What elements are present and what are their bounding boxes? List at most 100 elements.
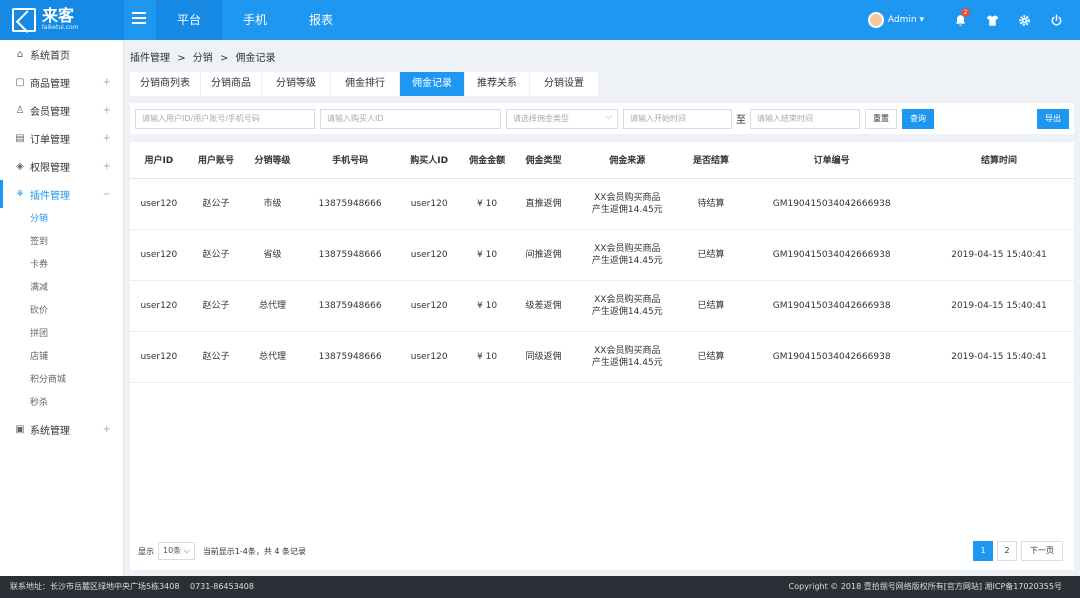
pagination-info: 显示 10条 ⌵ 当前显示1-4条，共 4 条记录 <box>138 542 306 560</box>
sidebar-subitem-coupons[interactable]: 卡券 <box>0 254 123 277</box>
cell-settlement-status: 已结算 <box>682 229 740 281</box>
expand-icon: + <box>102 160 111 172</box>
sidebar-subitem-points-mall[interactable]: 积分商城 <box>0 369 123 392</box>
end-time-input[interactable]: 请输入结束时间 <box>750 108 860 129</box>
logo-icon <box>12 8 36 32</box>
top-right-tools: Admin ▾ 2 <box>867 0 1080 40</box>
cell-distribution-level: 省级 <box>244 229 301 281</box>
page-size-select[interactable]: 10条 ⌵ <box>158 542 195 560</box>
table-row: user120 赵公子 省级 13875948666 user120 ¥ 10 间推返佣 XX… <box>130 229 1074 281</box>
tab-commission-records[interactable]: 佣金记录 <box>400 72 465 96</box>
expand-icon: + <box>102 104 111 116</box>
cell-order-number: GM190415034042666938 <box>739 280 925 332</box>
breadcrumb-plugins[interactable]: 插件管理 <box>130 53 170 64</box>
tab-distribution-products[interactable]: 分销商品 <box>201 72 262 96</box>
monitor-icon: ▣ <box>15 423 25 435</box>
cell-phone: 13875948666 <box>300 178 400 230</box>
avatar[interactable] <box>867 12 884 28</box>
breadcrumb-distribution[interactable]: 分销 <box>193 53 213 64</box>
breadcrumb-separator: > <box>177 53 186 64</box>
start-time-input[interactable]: 请输入开始时间 <box>623 108 732 129</box>
sidebar-subitem-stores[interactable]: 店铺 <box>0 346 123 369</box>
shirt-icon[interactable] <box>976 0 1008 40</box>
nav-mobile[interactable]: 手机 <box>222 0 288 40</box>
cell-commission-source: XX会员购买商品 产生返佣14.45元 <box>571 178 683 230</box>
cell-user-id: user120 <box>130 178 188 230</box>
cell-commission-type: 级差返佣 <box>515 280 572 332</box>
cell-line: XX会员购买商品 <box>594 243 661 254</box>
table-row: user120 赵公子 总代理 13875948666 user120 ¥ 10 级差返佣 X… <box>130 280 1074 332</box>
gear-icon[interactable] <box>1008 0 1040 40</box>
sidebar-item-products[interactable]: ▢ 商品管理 + <box>0 68 123 96</box>
sidebar-item-home[interactable]: ⌂ 系统首页 <box>0 40 123 68</box>
cell-distribution-level: 总代理 <box>244 280 301 332</box>
commission-type-select[interactable]: 请选择佣金类型 <box>506 108 618 129</box>
cell-commission-type: 间推返佣 <box>515 229 572 281</box>
user-name: Admin <box>887 15 917 25</box>
export-button[interactable]: 导出 <box>1037 109 1069 129</box>
sidebar-subitem-checkin[interactable]: 签到 <box>0 231 123 254</box>
cell-commission-source: XX会员购买商品 产生返佣14.45元 <box>571 229 683 281</box>
cell-commission-amount: ¥ 10 <box>458 229 516 281</box>
buyer-id-input[interactable]: 请输入购买人ID <box>320 108 501 129</box>
order-icon: ▤ <box>15 132 25 144</box>
column-header-user-id: 用户ID <box>130 142 188 179</box>
sidebar-item-orders[interactable]: ▤ 订单管理 + <box>0 124 123 152</box>
column-header-user-account: 用户账号 <box>187 142 245 179</box>
user-search-input[interactable]: 请输入用户ID/用户账号/手机号码 <box>135 108 315 129</box>
footer: 联系地址：长沙市岳麓区绿地中央广场5栋3408 0731-86453408 Co… <box>0 576 1080 598</box>
page-1-button[interactable]: 1 <box>973 541 993 561</box>
cell-commission-amount: ¥ 10 <box>458 331 516 383</box>
cell-buyer-id: user120 <box>399 229 459 281</box>
table-body: user120 赵公子 市级 13875948666 user120 ¥ 10 直推返佣 XX… <box>130 178 1074 383</box>
home-icon: ⌂ <box>16 48 24 60</box>
cell-commission-amount: ¥ 10 <box>458 280 516 332</box>
expand-icon: + <box>102 132 111 144</box>
sidebar-item-plugins[interactable]: ⚘ 插件管理 − <box>0 180 123 208</box>
sidebar-item-members[interactable]: ♙ 会员管理 + <box>0 96 123 124</box>
cell-settlement-time: 2019-04-15 15:40:41 <box>924 229 1074 281</box>
column-header-commission-source: 佣金来源 <box>571 142 683 179</box>
reset-button[interactable]: 重置 <box>865 108 897 129</box>
shield-icon: ◈ <box>16 160 24 172</box>
cell-line: XX会员购买商品 <box>594 345 661 356</box>
column-header-distribution-level: 分销等级 <box>244 142 301 179</box>
sidebar-subitem-flash-sale[interactable]: 秒杀 <box>0 392 123 415</box>
expand-icon: + <box>102 423 111 435</box>
sidebar-item-label: 系统首页 <box>30 50 70 62</box>
tab-referral-relations[interactable]: 推荐关系 <box>465 72 530 96</box>
cell-line: 产生返佣14.45元 <box>591 204 663 215</box>
sidebar-item-label: 插件管理 <box>30 190 70 202</box>
nav-platform[interactable]: 平台 <box>156 0 222 40</box>
cell-settlement-time <box>924 178 1074 230</box>
next-page-button[interactable]: 下一页 <box>1021 541 1063 561</box>
tab-distribution-settings[interactable]: 分销设置 <box>530 72 599 96</box>
footer-copyright: Copyright © 2018 壹拾捌号网络版权所有[官方网站] 湘ICP备1… <box>788 582 1062 591</box>
sidebar-item-permissions[interactable]: ◈ 权限管理 + <box>0 152 123 180</box>
page-2-button[interactable]: 2 <box>997 541 1017 561</box>
collapse-icon: − <box>102 188 111 200</box>
sidebar-item-label: 权限管理 <box>30 162 70 174</box>
sidebar-subitem-bargain[interactable]: 砍价 <box>0 300 123 323</box>
menu-toggle-icon[interactable] <box>132 12 146 26</box>
tab-distribution-levels[interactable]: 分销等级 <box>262 72 331 96</box>
cell-buyer-id: user120 <box>399 280 459 332</box>
nav-reports[interactable]: 报表 <box>288 0 354 40</box>
bell-icon[interactable]: 2 <box>944 0 976 40</box>
sidebar-subitem-group-buy[interactable]: 拼团 <box>0 323 123 346</box>
user-menu[interactable]: Admin ▾ <box>888 15 924 25</box>
power-icon[interactable] <box>1040 0 1072 40</box>
tab-bar: 分销商列表 分销商品 分销等级 佣金排行 佣金记录 推荐关系 分销设置 <box>130 72 599 96</box>
sidebar-item-system[interactable]: ▣ 系统管理 + <box>0 415 123 443</box>
cell-phone: 13875948666 <box>300 229 400 281</box>
sidebar-subitem-distribution[interactable]: 分销 <box>0 208 123 231</box>
sidebar-subitem-discount[interactable]: 满减 <box>0 277 123 300</box>
cell-commission-type: 同级返佣 <box>515 331 572 383</box>
column-header-settlement-status: 是否结算 <box>682 142 740 179</box>
query-button[interactable]: 查询 <box>902 108 934 129</box>
logo[interactable]: 来客 laiketui.com <box>0 0 124 40</box>
tab-commission-ranking[interactable]: 佣金排行 <box>331 72 400 96</box>
tab-distributor-list[interactable]: 分销商列表 <box>130 72 201 96</box>
logo-text: 来客 <box>42 6 75 25</box>
table-header-row: 用户ID 用户账号 分销等级 手机号码 购买人ID 佣金金额 佣金类型 佣金来源 是否结算 订单编… <box>130 142 1074 179</box>
